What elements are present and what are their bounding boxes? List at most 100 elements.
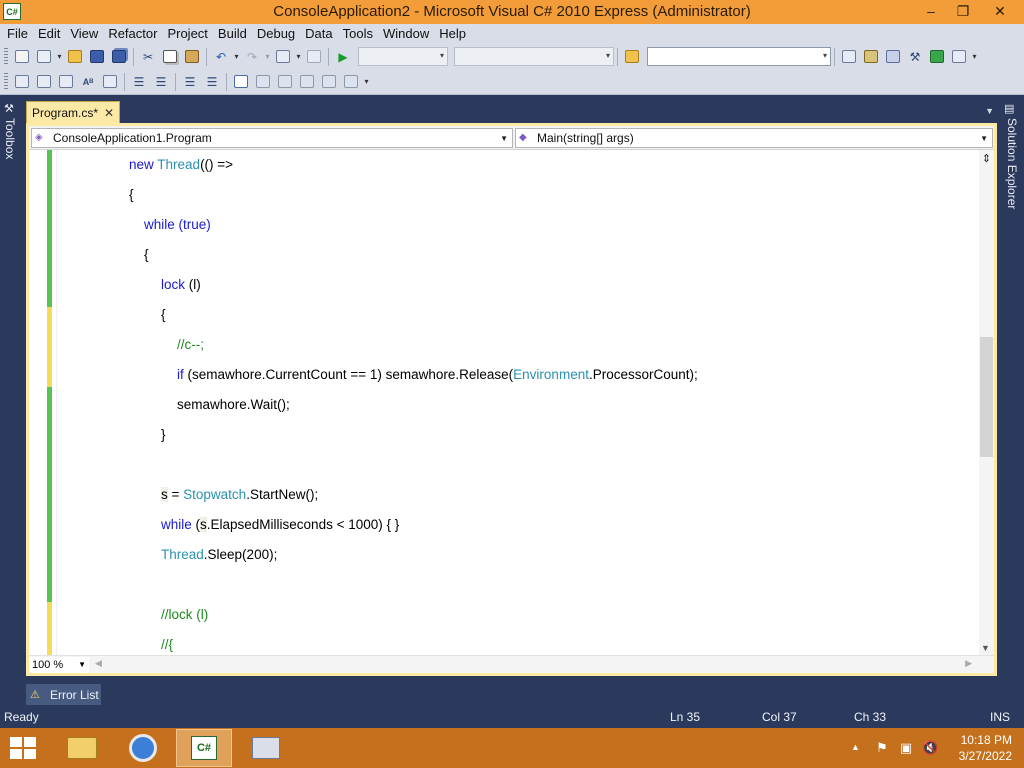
windows-start-icon[interactable] bbox=[10, 737, 38, 761]
action-center-flag-icon[interactable]: ⚑ bbox=[874, 740, 890, 756]
solution-explorer-icon[interactable] bbox=[839, 48, 859, 66]
next-bookmark-in-folder-icon[interactable] bbox=[319, 73, 339, 91]
paste-icon[interactable] bbox=[182, 48, 202, 66]
navigate-backward-icon[interactable] bbox=[273, 48, 293, 66]
toolbox-label[interactable]: Toolbox bbox=[3, 118, 17, 159]
outdent-icon[interactable] bbox=[100, 73, 120, 91]
complete-word-icon[interactable]: Aᴮ bbox=[78, 73, 98, 91]
menu-file[interactable]: File bbox=[2, 24, 33, 44]
start-debugging-icon[interactable]: ▶ bbox=[333, 48, 353, 66]
comment-lines-icon[interactable]: ☰ bbox=[180, 73, 200, 91]
tab-program-cs[interactable]: Program.cs* ✕ bbox=[26, 101, 120, 123]
zoom-combo[interactable]: 100 % ▼ bbox=[29, 657, 89, 673]
members-combo[interactable]: ◆ Main(string[] args) ▼ bbox=[515, 128, 993, 148]
show-hidden-icons-icon[interactable]: ▲ bbox=[851, 742, 860, 752]
undo-dropdown-icon[interactable]: ▾ bbox=[232, 52, 241, 61]
redo-icon[interactable]: ↷ bbox=[242, 48, 262, 66]
clear-bookmarks-icon[interactable] bbox=[341, 73, 361, 91]
display-parameter-info-icon[interactable] bbox=[34, 73, 54, 91]
toolbox-rail[interactable]: ⚒ Toolbox bbox=[0, 96, 22, 176]
increase-indent-icon[interactable]: ☰ bbox=[151, 73, 171, 91]
chrome-icon[interactable] bbox=[115, 729, 171, 767]
cut-icon[interactable]: ✂ bbox=[138, 48, 158, 66]
undo-icon[interactable]: ↶ bbox=[211, 48, 231, 66]
code-token: .ElapsedMilliseconds < 1000) { } bbox=[206, 517, 400, 532]
solution-explorer-rail[interactable]: ▤ Solution Explorer bbox=[1000, 96, 1024, 226]
object-browser-icon[interactable] bbox=[883, 48, 903, 66]
network-icon[interactable]: ▣ bbox=[898, 740, 914, 756]
solution-explorer-icon: ▤ bbox=[1004, 103, 1015, 115]
open-file-icon[interactable] bbox=[65, 48, 85, 66]
chevron-down-icon: ▼ bbox=[980, 134, 988, 143]
decrease-indent-icon[interactable]: ☰ bbox=[129, 73, 149, 91]
close-button[interactable]: ✕ bbox=[980, 0, 1020, 22]
toolbar-options-icon[interactable]: ▾ bbox=[970, 52, 979, 61]
solution-configuration-combo[interactable]: ▾ bbox=[358, 47, 448, 66]
save-icon[interactable] bbox=[87, 48, 107, 66]
menu-debug[interactable]: Debug bbox=[252, 24, 300, 44]
menu-edit[interactable]: Edit bbox=[33, 24, 65, 44]
code-token: ) bbox=[206, 217, 211, 232]
menu-data[interactable]: Data bbox=[300, 24, 337, 44]
toolbox-icon[interactable]: ⚒ bbox=[905, 48, 925, 66]
code-line: lock (l) bbox=[161, 275, 201, 295]
volume-muted-icon[interactable]: 🔇 bbox=[922, 740, 938, 756]
find-in-files-icon[interactable] bbox=[622, 48, 642, 66]
active-files-dropdown-icon[interactable]: ▼ bbox=[985, 106, 994, 116]
maximize-button[interactable]: ❐ bbox=[946, 0, 980, 22]
menu-tools[interactable]: Tools bbox=[338, 24, 378, 44]
scroll-down-icon[interactable]: ▼ bbox=[981, 643, 990, 653]
toolbar-options-icon[interactable]: ▾ bbox=[362, 77, 371, 86]
code-token: s bbox=[200, 517, 207, 532]
solution-explorer-label[interactable]: Solution Explorer bbox=[1005, 118, 1019, 209]
redo-dropdown-icon[interactable]: ▾ bbox=[263, 52, 272, 61]
menu-window[interactable]: Window bbox=[378, 24, 434, 44]
performance-monitor-icon[interactable] bbox=[238, 729, 294, 767]
navigate-forward-icon[interactable] bbox=[304, 48, 324, 66]
scrollbar-thumb[interactable] bbox=[980, 337, 993, 457]
next-bookmark-icon[interactable] bbox=[275, 73, 295, 91]
clock-date[interactable]: 3/27/2022 bbox=[959, 749, 1012, 763]
menu-refactor[interactable]: Refactor bbox=[103, 24, 162, 44]
menu-view[interactable]: View bbox=[65, 24, 103, 44]
method-icon: ◆ bbox=[519, 132, 527, 143]
close-tab-icon[interactable]: ✕ bbox=[104, 106, 114, 120]
tab-label: Program.cs* bbox=[32, 105, 99, 120]
code-token: Stopwatch bbox=[183, 487, 247, 502]
minimize-button[interactable]: – bbox=[914, 0, 948, 22]
scroll-left-icon[interactable]: ◀ bbox=[95, 658, 102, 669]
save-all-icon[interactable] bbox=[109, 48, 129, 66]
new-project-icon[interactable] bbox=[12, 48, 32, 66]
navigate-dropdown-icon[interactable]: ▾ bbox=[294, 52, 303, 61]
previous-bookmark-in-folder-icon[interactable] bbox=[297, 73, 317, 91]
menu-build[interactable]: Build bbox=[213, 24, 252, 44]
types-combo[interactable]: ◈ ConsoleApplication1.Program ▼ bbox=[31, 128, 513, 148]
visual-csharp-taskbar-icon[interactable]: C# bbox=[176, 729, 232, 767]
add-item-dropdown-icon[interactable]: ▾ bbox=[55, 52, 64, 61]
error-list-tab[interactable]: ⚠ Error List bbox=[26, 684, 101, 705]
toggle-bookmark-icon[interactable] bbox=[231, 73, 251, 91]
add-item-icon[interactable] bbox=[34, 48, 54, 66]
toolbar-grip[interactable] bbox=[4, 72, 8, 91]
file-explorer-icon[interactable] bbox=[54, 729, 110, 767]
find-combo[interactable]: ▾ bbox=[647, 47, 831, 66]
standard-toolbar: ▾ ✂ ↶ ▾ ↷ ▾ ▾ ▶ ▾ ▾ ▾ ⚒ ▾ bbox=[0, 44, 1024, 69]
extension-manager-icon[interactable] bbox=[949, 48, 969, 66]
uncomment-lines-icon[interactable]: ☰ bbox=[202, 73, 222, 91]
menu-help[interactable]: Help bbox=[434, 24, 471, 44]
copy-icon[interactable] bbox=[160, 48, 180, 66]
toolbar-grip[interactable] bbox=[4, 47, 8, 66]
start-page-icon[interactable] bbox=[927, 48, 947, 66]
menu-project[interactable]: Project bbox=[162, 24, 212, 44]
solution-platform-combo[interactable]: ▾ bbox=[454, 47, 614, 66]
vertical-scrollbar[interactable]: ⇕ ▼ bbox=[979, 150, 994, 655]
display-quick-info-icon[interactable] bbox=[56, 73, 76, 91]
code-text-area[interactable]: new Thread(() =>{while (true){lock (l){/… bbox=[29, 150, 979, 655]
scroll-right-icon[interactable]: ▶ bbox=[965, 658, 972, 669]
previous-bookmark-icon[interactable] bbox=[253, 73, 273, 91]
clock-time[interactable]: 10:18 PM bbox=[961, 733, 1012, 747]
change-bar-unsaved bbox=[47, 307, 52, 387]
display-object-member-list-icon[interactable] bbox=[12, 73, 32, 91]
split-window-icon[interactable]: ⇕ bbox=[980, 152, 993, 166]
properties-window-icon[interactable] bbox=[861, 48, 881, 66]
